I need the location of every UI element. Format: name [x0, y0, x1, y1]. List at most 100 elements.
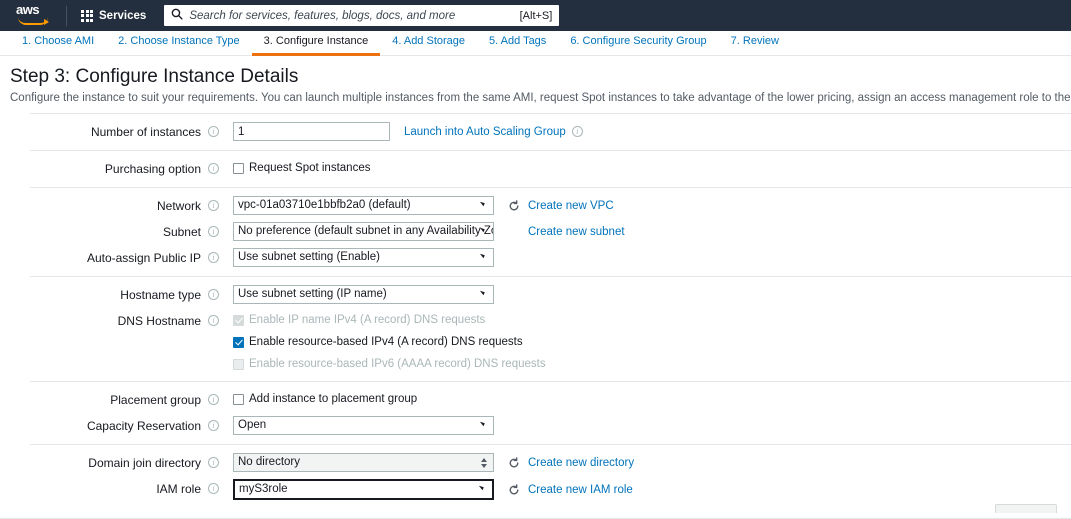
- info-icon-domain-join-directory[interactable]: i: [208, 457, 219, 468]
- control-network: vpc-01a03710e1bbfb2a0 (default) Create n…: [233, 196, 614, 215]
- iam-role-select[interactable]: myS3role: [233, 479, 494, 500]
- control-purchasing-option: Request Spot instances: [233, 159, 370, 177]
- label-subnet: Subnet: [0, 222, 201, 239]
- iam-role-value: myS3role: [239, 481, 288, 498]
- tab-review[interactable]: 7. Review: [719, 35, 791, 56]
- info-icon-capacity-reservation[interactable]: i: [208, 420, 219, 431]
- row-purchasing-option: Purchasing option i Request Spot instanc…: [0, 156, 1071, 182]
- updown-arrows-icon: [481, 458, 487, 468]
- hostname-type-value: Use subnet setting (IP name): [238, 286, 387, 303]
- row-subnet: Subnet i No preference (default subnet i…: [0, 219, 1071, 245]
- tab-configure-instance[interactable]: 3. Configure Instance: [252, 35, 381, 56]
- add-instance-to-placement-group-label[interactable]: Add instance to placement group: [249, 393, 417, 405]
- global-search-bar[interactable]: [Alt+S]: [164, 5, 559, 26]
- chevron-down-icon: [479, 249, 488, 266]
- search-shortcut-hint: [Alt+S]: [514, 10, 553, 22]
- request-spot-instances-checkbox[interactable]: [233, 163, 244, 174]
- control-capacity-reservation: Open: [233, 416, 494, 435]
- dns-resource-based-ipv6-row: Enable resource-based IPv6 (AAAA record)…: [233, 355, 546, 373]
- dns-resource-based-ipv4-label[interactable]: Enable resource-based IPv4 (A record) DN…: [249, 336, 523, 348]
- label-number-of-instances: Number of instances: [0, 122, 201, 139]
- label-domain-join-directory: Domain join directory: [0, 453, 201, 470]
- tab-choose-instance-type[interactable]: 2. Choose Instance Type: [106, 35, 252, 56]
- info-icon-iam-role[interactable]: i: [208, 483, 219, 494]
- section-network: Network i vpc-01a03710e1bbfb2a0 (default…: [0, 188, 1071, 276]
- number-of-instances-input[interactable]: [233, 122, 390, 141]
- tab-configure-security-group[interactable]: 6. Configure Security Group: [558, 35, 718, 56]
- refresh-icon-iam-role[interactable]: [508, 484, 520, 496]
- info-icon-subnet[interactable]: i: [208, 226, 219, 237]
- control-auto-assign-public-ip: Use subnet setting (Enable): [233, 248, 494, 267]
- dns-resource-based-ipv4-checkbox[interactable]: [233, 337, 244, 348]
- footer-action-button[interactable]: [995, 504, 1057, 513]
- network-select-value: vpc-01a03710e1bbfb2a0 (default): [238, 197, 411, 214]
- row-domain-join-directory: Domain join directory i No directory Cre…: [0, 450, 1071, 476]
- subnet-select[interactable]: No preference (default subnet in any Ava…: [233, 222, 494, 241]
- control-iam-role: myS3role Create new IAM role: [233, 479, 633, 500]
- info-icon-dns-hostname[interactable]: i: [208, 315, 219, 326]
- nav-divider: [66, 6, 67, 26]
- row-auto-assign-public-ip: Auto-assign Public IP i Use subnet setti…: [0, 245, 1071, 271]
- tab-add-storage[interactable]: 4. Add Storage: [380, 35, 477, 56]
- info-icon-auto-assign-public-ip[interactable]: i: [208, 252, 219, 263]
- auto-assign-public-ip-select[interactable]: Use subnet setting (Enable): [233, 248, 494, 267]
- section-hostname: Hostname type i Use subnet setting (IP n…: [0, 277, 1071, 381]
- network-select[interactable]: vpc-01a03710e1bbfb2a0 (default): [233, 196, 494, 215]
- row-hostname-type: Hostname type i Use subnet setting (IP n…: [0, 282, 1071, 308]
- row-placement-group: Placement group i Add instance to placem…: [0, 387, 1071, 413]
- control-number-of-instances: Launch into Auto Scaling Group i: [233, 122, 583, 141]
- info-icon-hostname-type[interactable]: i: [208, 289, 219, 300]
- row-number-of-instances: Number of instances i Launch into Auto S…: [0, 119, 1071, 145]
- info-icon-placement-group[interactable]: i: [208, 394, 219, 405]
- search-input[interactable]: [189, 10, 513, 22]
- create-new-subnet-link[interactable]: Create new subnet: [528, 226, 625, 238]
- section-purchasing-option: Purchasing option i Request Spot instanc…: [0, 151, 1071, 187]
- services-menu-label: Services: [99, 10, 146, 22]
- grid-icon: [81, 10, 93, 22]
- auto-assign-public-ip-value: Use subnet setting (Enable): [238, 249, 380, 266]
- dns-ip-name-ipv4-label: Enable IP name IPv4 (A record) DNS reque…: [249, 314, 485, 326]
- create-new-directory-link[interactable]: Create new directory: [528, 457, 634, 469]
- request-spot-instances-label[interactable]: Request Spot instances: [249, 162, 370, 174]
- label-network: Network: [0, 196, 201, 213]
- domain-join-directory-select[interactable]: No directory: [233, 453, 494, 472]
- info-icon-purchasing-option[interactable]: i: [208, 163, 219, 174]
- page-header: Step 3: Configure Instance Details Confi…: [0, 56, 1071, 105]
- dns-resource-based-ipv4-row[interactable]: Enable resource-based IPv4 (A record) DN…: [233, 333, 523, 351]
- page-description: Configure the instance to suit your requ…: [10, 91, 1061, 105]
- create-new-vpc-link[interactable]: Create new VPC: [528, 200, 614, 212]
- launch-into-auto-scaling-group-link[interactable]: Launch into Auto Scaling Group: [404, 126, 566, 138]
- services-menu-button[interactable]: Services: [75, 6, 152, 26]
- create-new-iam-role-link[interactable]: Create new IAM role: [528, 484, 633, 496]
- dns-ip-name-ipv4-row: Enable IP name IPv4 (A record) DNS reque…: [233, 311, 485, 329]
- info-icon-number-of-instances[interactable]: i: [208, 126, 219, 137]
- row-capacity-reservation: Capacity Reservation i Open: [0, 413, 1071, 439]
- add-instance-to-placement-group-row[interactable]: Add instance to placement group: [233, 390, 417, 408]
- chevron-down-icon: [479, 286, 488, 303]
- subnet-select-value: No preference (default subnet in any Ava…: [238, 223, 494, 240]
- info-icon-network[interactable]: i: [208, 200, 219, 211]
- add-instance-to-placement-group-checkbox[interactable]: [233, 394, 244, 405]
- label-hostname-type: Hostname type: [0, 285, 201, 302]
- info-icon-auto-scaling-group[interactable]: i: [572, 126, 583, 137]
- request-spot-instances-row[interactable]: Request Spot instances: [233, 159, 370, 177]
- row-network: Network i vpc-01a03710e1bbfb2a0 (default…: [0, 193, 1071, 219]
- label-purchasing-option: Purchasing option: [0, 159, 201, 176]
- label-auto-assign-public-ip: Auto-assign Public IP: [0, 248, 201, 265]
- tab-choose-ami[interactable]: 1. Choose AMI: [10, 35, 106, 56]
- section-iam: Domain join directory i No directory Cre…: [0, 445, 1071, 508]
- hostname-type-select[interactable]: Use subnet setting (IP name): [233, 285, 494, 304]
- configure-instance-form: Number of instances i Launch into Auto S…: [0, 113, 1071, 519]
- dns-ip-name-ipv4-checkbox: [233, 315, 244, 326]
- refresh-icon-network[interactable]: [508, 200, 520, 212]
- tab-add-tags[interactable]: 5. Add Tags: [477, 35, 558, 56]
- control-subnet: No preference (default subnet in any Ava…: [233, 222, 625, 241]
- aws-logo[interactable]: aws: [16, 4, 54, 28]
- control-placement-group: Add instance to placement group: [233, 390, 417, 408]
- control-domain-join-directory: No directory Create new directory: [233, 453, 634, 472]
- section-placement: Placement group i Add instance to placem…: [0, 382, 1071, 444]
- refresh-icon-domain-join-directory[interactable]: [508, 457, 520, 469]
- capacity-reservation-select[interactable]: Open: [233, 416, 494, 435]
- wizard-step-tabs: 1. Choose AMI 2. Choose Instance Type 3.…: [0, 31, 1071, 56]
- chevron-down-icon: [479, 223, 488, 240]
